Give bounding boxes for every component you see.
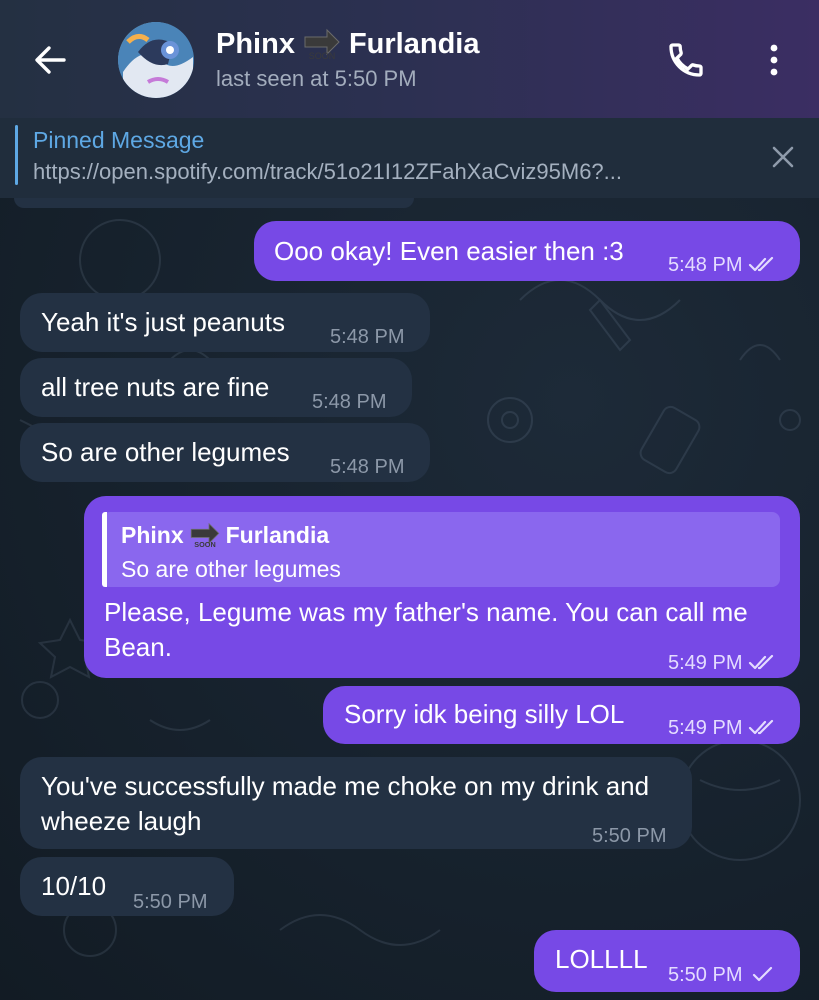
message-time: 5:48 PM bbox=[330, 326, 405, 348]
arrow-left-icon bbox=[35, 46, 66, 74]
chat-title[interactable]: Phinx SOON Furlandia last seen at 5:50 P… bbox=[216, 26, 479, 92]
pinned-message-bar[interactable]: Pinned Message https://open.spotify.com/… bbox=[0, 118, 819, 198]
message-time: 5:48 PM bbox=[668, 254, 743, 276]
message-bubble-incoming[interactable]: Yeah it's just peanuts 5:48 PM bbox=[20, 293, 430, 352]
reply-sender-first: Phinx bbox=[121, 522, 184, 548]
more-menu-button[interactable] bbox=[760, 40, 788, 80]
message-time: 5:50 PM bbox=[668, 964, 743, 986]
message-text: You've successfully made me choke on my … bbox=[41, 771, 650, 836]
message-meta: 5:49 PM bbox=[668, 646, 778, 680]
call-button[interactable] bbox=[666, 40, 706, 80]
message-meta: 5:49 PM bbox=[668, 711, 778, 745]
last-seen-status: last seen at 5:50 PM bbox=[216, 66, 417, 91]
reply-preview[interactable]: Phinx SOON Furlandia So are other legume… bbox=[102, 512, 780, 587]
message-time: 5:49 PM bbox=[668, 652, 743, 674]
message-time: 5:49 PM bbox=[668, 717, 743, 739]
message-text: Ooo okay! Even easier then :3 bbox=[274, 236, 624, 266]
double-check-icon bbox=[749, 654, 774, 670]
message-bubble-outgoing[interactable]: LOLLLL 5:50 PM bbox=[534, 930, 800, 992]
message-time: 5:50 PM bbox=[592, 825, 667, 847]
double-check-icon bbox=[749, 719, 774, 735]
soon-arrow-icon: SOON bbox=[190, 522, 219, 549]
message-bubble-incoming[interactable]: 10/10 5:50 PM bbox=[20, 857, 234, 916]
contact-name-first: Phinx bbox=[216, 28, 295, 60]
pinned-text: https://open.spotify.com/track/51o21I12Z… bbox=[33, 159, 623, 184]
pinned-title: Pinned Message bbox=[33, 127, 205, 153]
message-text: LOLLLL bbox=[555, 944, 648, 974]
message-bubble-outgoing[interactable]: Sorry idk being silly LOL 5:49 PM bbox=[323, 686, 800, 744]
message-bubble-incoming[interactable]: You've successfully made me choke on my … bbox=[20, 757, 692, 849]
message-meta: 5:48 PM bbox=[668, 248, 778, 282]
message-time: 5:50 PM bbox=[133, 891, 208, 913]
pinned-accent-line bbox=[15, 125, 18, 185]
message-text: Sorry idk being silly LOL bbox=[344, 699, 625, 729]
message-meta: 5:50 PM bbox=[592, 819, 666, 853]
soon-arrow-icon: SOON bbox=[304, 28, 340, 61]
single-check-icon bbox=[753, 966, 773, 982]
message-time: 5:48 PM bbox=[330, 456, 405, 478]
message-meta: 5:48 PM bbox=[330, 320, 404, 354]
message-meta: 5:48 PM bbox=[330, 450, 404, 484]
message-text: 10/10 bbox=[41, 871, 107, 901]
chat-header: Phinx SOON Furlandia last seen at 5:50 P… bbox=[0, 0, 819, 118]
message-text: all tree nuts are fine bbox=[41, 372, 270, 402]
message-list[interactable]: Ooo okay! Even easier then :3 5:48 PM Ye… bbox=[0, 198, 819, 1000]
reply-accent-line bbox=[102, 512, 107, 587]
message-bubble-incoming[interactable]: So are other legumes 5:48 PM bbox=[20, 423, 430, 482]
message-meta: 5:50 PM bbox=[133, 885, 207, 919]
unpin-button[interactable] bbox=[768, 142, 798, 172]
message-meta: 5:48 PM bbox=[312, 385, 386, 419]
reply-sender-second: Furlandia bbox=[225, 522, 330, 548]
message-text: Yeah it's just peanuts bbox=[41, 307, 285, 337]
message-bubble-partial bbox=[14, 198, 414, 208]
reply-sender: Phinx SOON Furlandia bbox=[121, 518, 329, 552]
avatar[interactable] bbox=[118, 22, 194, 98]
back-button[interactable] bbox=[30, 38, 70, 82]
double-check-icon bbox=[749, 256, 774, 272]
message-text: So are other legumes bbox=[41, 437, 290, 467]
contact-name-second: Furlandia bbox=[348, 28, 480, 60]
message-time: 5:48 PM bbox=[312, 391, 387, 413]
phone-icon bbox=[669, 43, 703, 77]
reply-text: So are other legumes bbox=[121, 556, 341, 582]
message-meta: 5:50 PM bbox=[668, 958, 778, 992]
message-bubble-outgoing[interactable]: Phinx SOON Furlandia So are other legume… bbox=[84, 496, 800, 678]
message-bubble-incoming[interactable]: all tree nuts are fine 5:48 PM bbox=[20, 358, 412, 417]
soon-label: SOON bbox=[309, 51, 336, 61]
more-vertical-icon bbox=[770, 44, 778, 76]
close-icon bbox=[772, 146, 794, 168]
soon-label: SOON bbox=[194, 540, 215, 549]
message-bubble-outgoing[interactable]: Ooo okay! Even easier then :3 5:48 PM bbox=[254, 221, 800, 281]
